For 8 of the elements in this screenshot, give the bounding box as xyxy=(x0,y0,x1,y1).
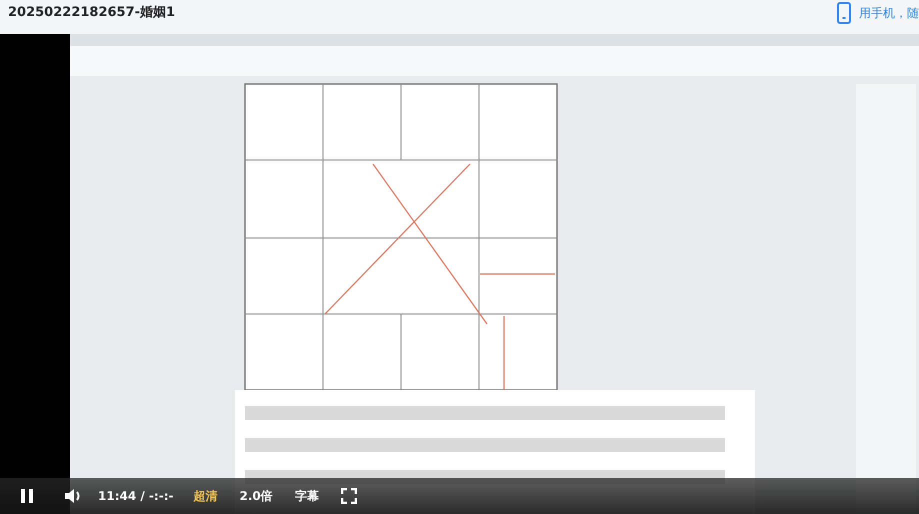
quality-button[interactable]: 超清 xyxy=(193,488,218,504)
pause-button[interactable] xyxy=(20,488,34,504)
subtitles-button[interactable]: 字幕 xyxy=(294,488,319,504)
playback-time: 11:44 / -:-:- xyxy=(98,489,174,503)
video-title: 20250222182657-婚姻1 xyxy=(8,4,176,21)
phone-icon[interactable] xyxy=(837,2,851,24)
fullscreen-icon[interactable] xyxy=(340,488,357,504)
speed-button[interactable]: 2.0倍 xyxy=(239,488,273,504)
